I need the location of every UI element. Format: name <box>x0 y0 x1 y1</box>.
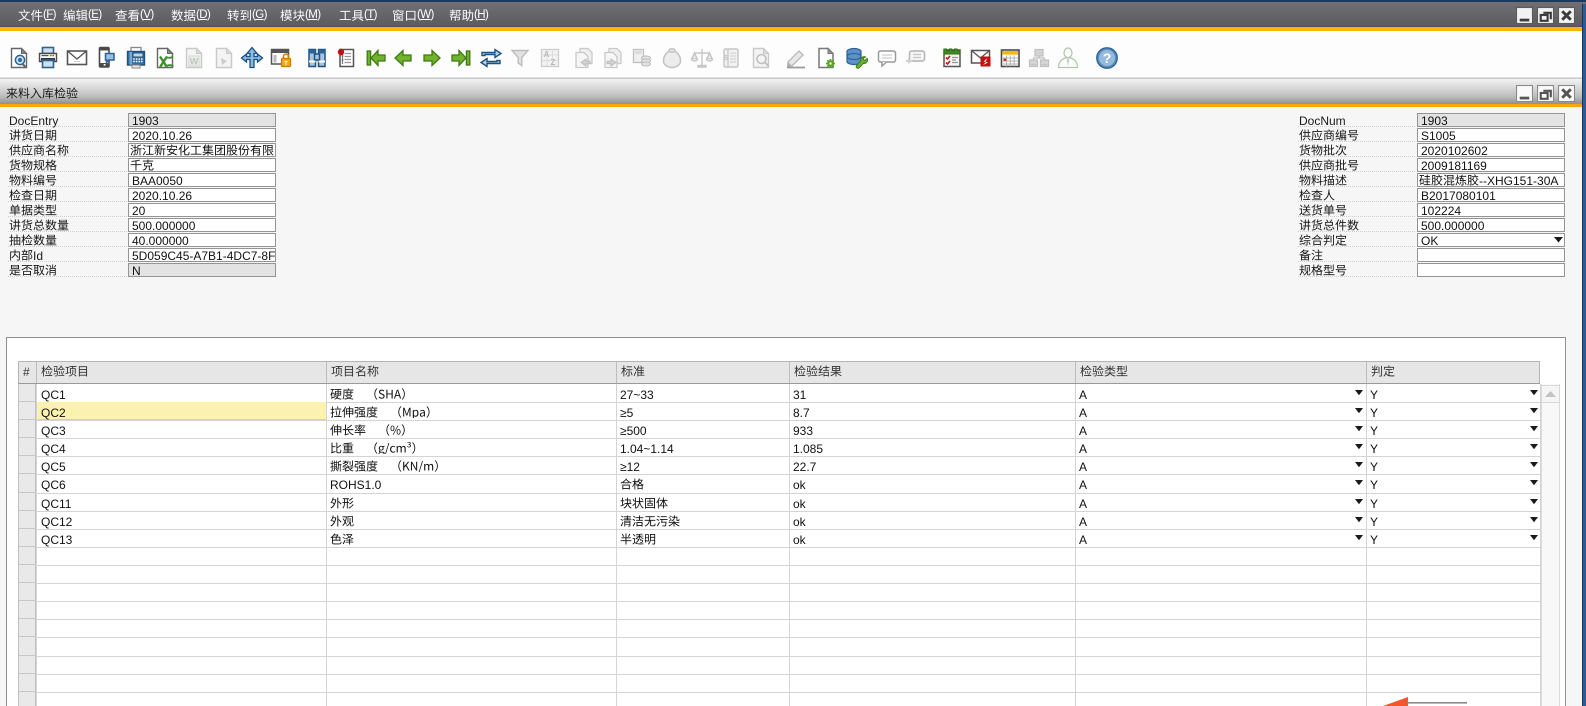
svg-text:A: A <box>544 50 550 59</box>
svg-text:W: W <box>190 57 199 67</box>
svg-text:T: T <box>284 61 288 68</box>
svg-text:?: ? <box>1103 50 1112 66</box>
svg-text:Z: Z <box>551 58 556 67</box>
svg-text:$: $ <box>724 55 728 62</box>
